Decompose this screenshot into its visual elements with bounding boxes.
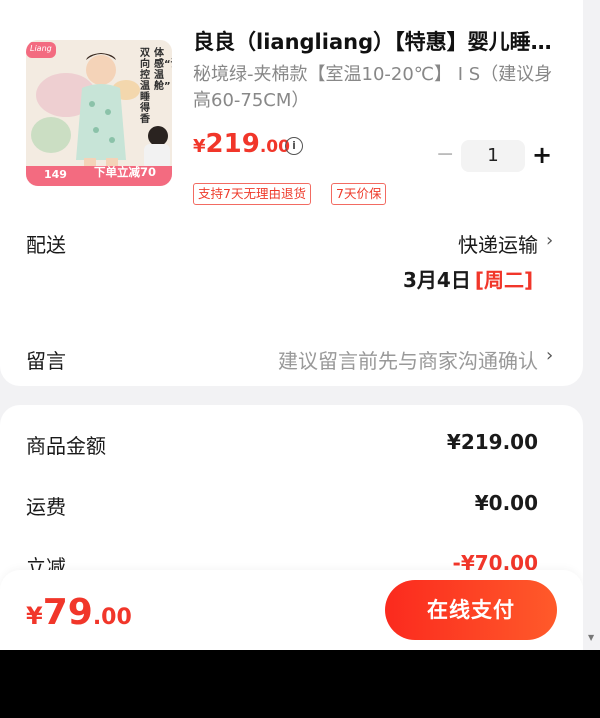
product-title[interactable]: 良良（liangliang）【特惠】婴儿睡…: [193, 26, 563, 56]
product-thumbnail[interactable]: Liang 体感“调温舱” 双向控温睡得香 149 下单立减70: [26, 40, 172, 186]
price-symbol: ¥: [193, 136, 206, 157]
thumb-brand: Liang: [30, 44, 52, 53]
pay-online-button[interactable]: 在线支付: [385, 580, 557, 640]
shipping-label: 运费: [26, 495, 66, 519]
product-card: Liang 体感“调温舱” 双向控温睡得香 149 下单立减70 良良（lian…: [0, 0, 583, 386]
increase-quantity-button[interactable]: +: [532, 141, 552, 169]
total-integer: 79: [42, 592, 93, 633]
delivery-chevron-icon[interactable]: ›: [546, 230, 553, 251]
bottom-black-area: [0, 650, 600, 718]
return-policy-tag: 支持7天无理由退货: [193, 183, 311, 205]
message-label: 留言: [26, 349, 66, 373]
subtotal-value: ¥219.00: [446, 430, 538, 454]
delivery-label: 配送: [26, 233, 66, 257]
subtotal-label: 商品金额: [26, 434, 106, 458]
delivery-method[interactable]: 快递运输: [458, 229, 538, 258]
total-symbol: ¥: [26, 602, 43, 630]
scroll-down-arrow-icon[interactable]: ▼: [588, 634, 594, 642]
scrollbar[interactable]: [583, 0, 600, 650]
thumb-price-badge: 149: [44, 168, 67, 181]
price-protect-tag: 7天价保: [331, 183, 387, 205]
total-price: ¥79.00: [26, 592, 132, 633]
checkout-viewport: Liang 体感“调温舱” 双向控温睡得香 149 下单立减70 良良（lian…: [0, 0, 583, 650]
thumb-vertical-text-1: 体感“调温舱”: [154, 48, 172, 92]
decrease-quantity-button[interactable]: −: [436, 143, 454, 167]
delivery-date-row: 3月4日 [周二]: [403, 264, 533, 293]
thumb-promo: 下单立减70: [94, 165, 157, 179]
shipping-value: ¥0.00: [474, 491, 538, 515]
product-price: ¥219.00: [193, 129, 290, 159]
quantity-field[interactable]: 1: [461, 140, 525, 172]
price-integer: 219: [205, 129, 260, 159]
product-spec[interactable]: 秘境绿-夹棉款【室温10-20℃】 I S（建议身高60-75CM）: [193, 62, 563, 114]
info-icon[interactable]: i: [285, 137, 303, 155]
delivery-date: 3月4日: [403, 268, 471, 292]
message-chevron-icon[interactable]: ›: [546, 345, 553, 366]
message-input[interactable]: 建议留言前先与商家沟通确认: [278, 345, 538, 374]
total-decimal: .00: [92, 605, 132, 630]
delivery-weekday: [周二]: [474, 268, 534, 292]
thumb-vertical-text-2: 双向控温睡得香: [140, 48, 150, 125]
